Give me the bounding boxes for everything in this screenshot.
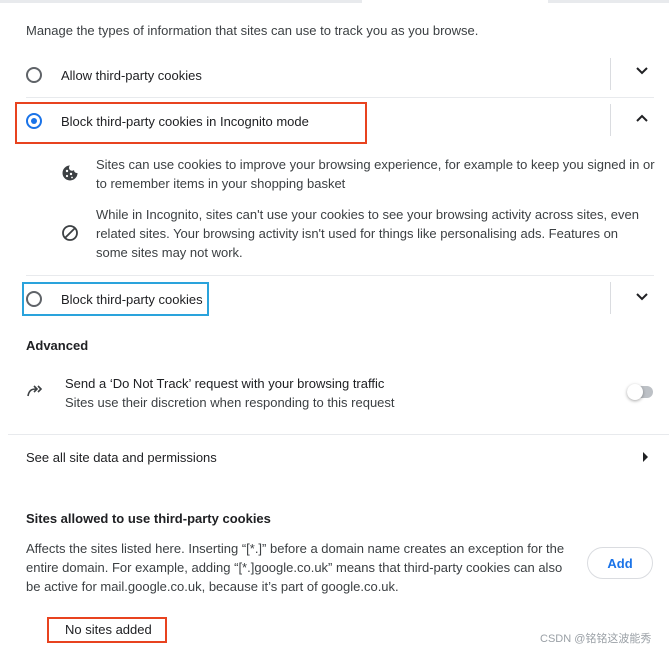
cookie-icon [61, 164, 79, 182]
see-all-site-data-link[interactable]: See all site data and permissions [0, 435, 669, 479]
top-divider [0, 0, 669, 4]
double-arrow-icon [26, 384, 46, 400]
watermark: CSDN @铭铭这波能秀 [540, 633, 652, 645]
allowed-sites-heading: Sites allowed to use third-party cookies [26, 511, 271, 526]
highlight-box [47, 617, 167, 643]
cookie-info-text: Sites can use cookies to improve your br… [96, 157, 655, 191]
page-description: Manage the types of information that sit… [26, 23, 479, 38]
arrow-right-icon [643, 452, 648, 462]
see-all-label: See all site data and permissions [26, 450, 217, 465]
block-icon [61, 224, 79, 242]
option-allow-third-party[interactable]: Allow third-party cookies [0, 50, 669, 98]
highlight-box [22, 282, 209, 316]
add-site-button[interactable]: Add [587, 547, 653, 579]
chevron-down-icon[interactable] [636, 67, 652, 83]
divider [610, 104, 611, 136]
advanced-heading: Advanced [26, 338, 89, 353]
chevron-down-icon[interactable] [636, 293, 652, 309]
dnt-title: Send a ‘Do Not Track’ request with your … [65, 376, 385, 391]
dnt-toggle[interactable] [627, 384, 655, 400]
radio-allow[interactable] [26, 67, 42, 83]
dnt-row[interactable]: Send a ‘Do Not Track’ request with your … [0, 368, 669, 416]
option-label: Allow third-party cookies [61, 68, 202, 83]
divider [610, 58, 611, 90]
block-info-text: While in Incognito, sites can't use your… [96, 207, 639, 260]
dnt-subtitle: Sites use their discretion when respondi… [65, 395, 395, 410]
divider [610, 282, 611, 314]
chevron-up-icon[interactable] [636, 114, 652, 130]
highlight-box [15, 102, 367, 144]
allowed-sites-description: Affects the sites listed here. Inserting… [26, 541, 565, 594]
